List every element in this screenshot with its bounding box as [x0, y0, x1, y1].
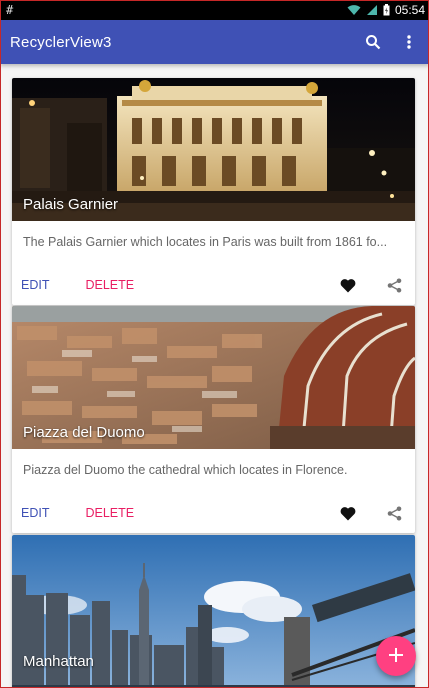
card-image-palais-garnier: Palais Garnier	[12, 78, 415, 221]
card-actions: EDIT DELETE	[12, 265, 415, 305]
card-description: The Palais Garnier which locates in Pari…	[23, 235, 388, 249]
card-title: Palais Garnier	[23, 196, 119, 213]
battery-icon	[383, 4, 390, 16]
status-bar: # 05:54	[0, 0, 429, 20]
heart-icon[interactable]	[336, 273, 360, 297]
card-description: Piazza del Duomo the cathedral which loc…	[23, 463, 348, 477]
card-manhattan[interactable]: Manhattan	[12, 535, 415, 688]
card-image-manhattan: Manhattan	[12, 535, 415, 688]
share-icon[interactable]	[382, 501, 406, 525]
share-icon[interactable]	[382, 273, 406, 297]
edit-button[interactable]: EDIT	[21, 278, 49, 292]
more-vert-icon[interactable]	[399, 30, 419, 54]
card-title: Manhattan	[23, 653, 94, 670]
card-palais-garnier[interactable]: Palais Garnier The Palais Garnier which …	[12, 78, 415, 305]
card-piazza-del-duomo[interactable]: Piazza del Duomo Piazza del Duomo the ca…	[12, 306, 415, 533]
app-bar: RecyclerView3	[0, 20, 429, 64]
signal-icon	[366, 4, 378, 16]
heart-icon[interactable]	[336, 501, 360, 525]
search-icon[interactable]	[363, 30, 383, 54]
app-title: RecyclerView3	[10, 33, 112, 51]
card-image-piazza-del-duomo: Piazza del Duomo	[12, 306, 415, 449]
delete-button[interactable]: DELETE	[85, 506, 134, 520]
add-fab-button[interactable]	[376, 636, 416, 676]
status-notification-glyph: #	[6, 3, 14, 17]
recycler-list[interactable]: Palais Garnier The Palais Garnier which …	[0, 64, 429, 688]
delete-button[interactable]: DELETE	[85, 278, 134, 292]
card-actions: EDIT DELETE	[12, 493, 415, 533]
wifi-icon	[347, 4, 361, 16]
app-bar-actions	[363, 30, 419, 54]
card-title: Piazza del Duomo	[23, 424, 145, 441]
edit-button[interactable]: EDIT	[21, 506, 49, 520]
status-icons: 05:54	[347, 3, 425, 17]
plus-icon	[389, 647, 403, 666]
status-time: 05:54	[394, 3, 425, 17]
